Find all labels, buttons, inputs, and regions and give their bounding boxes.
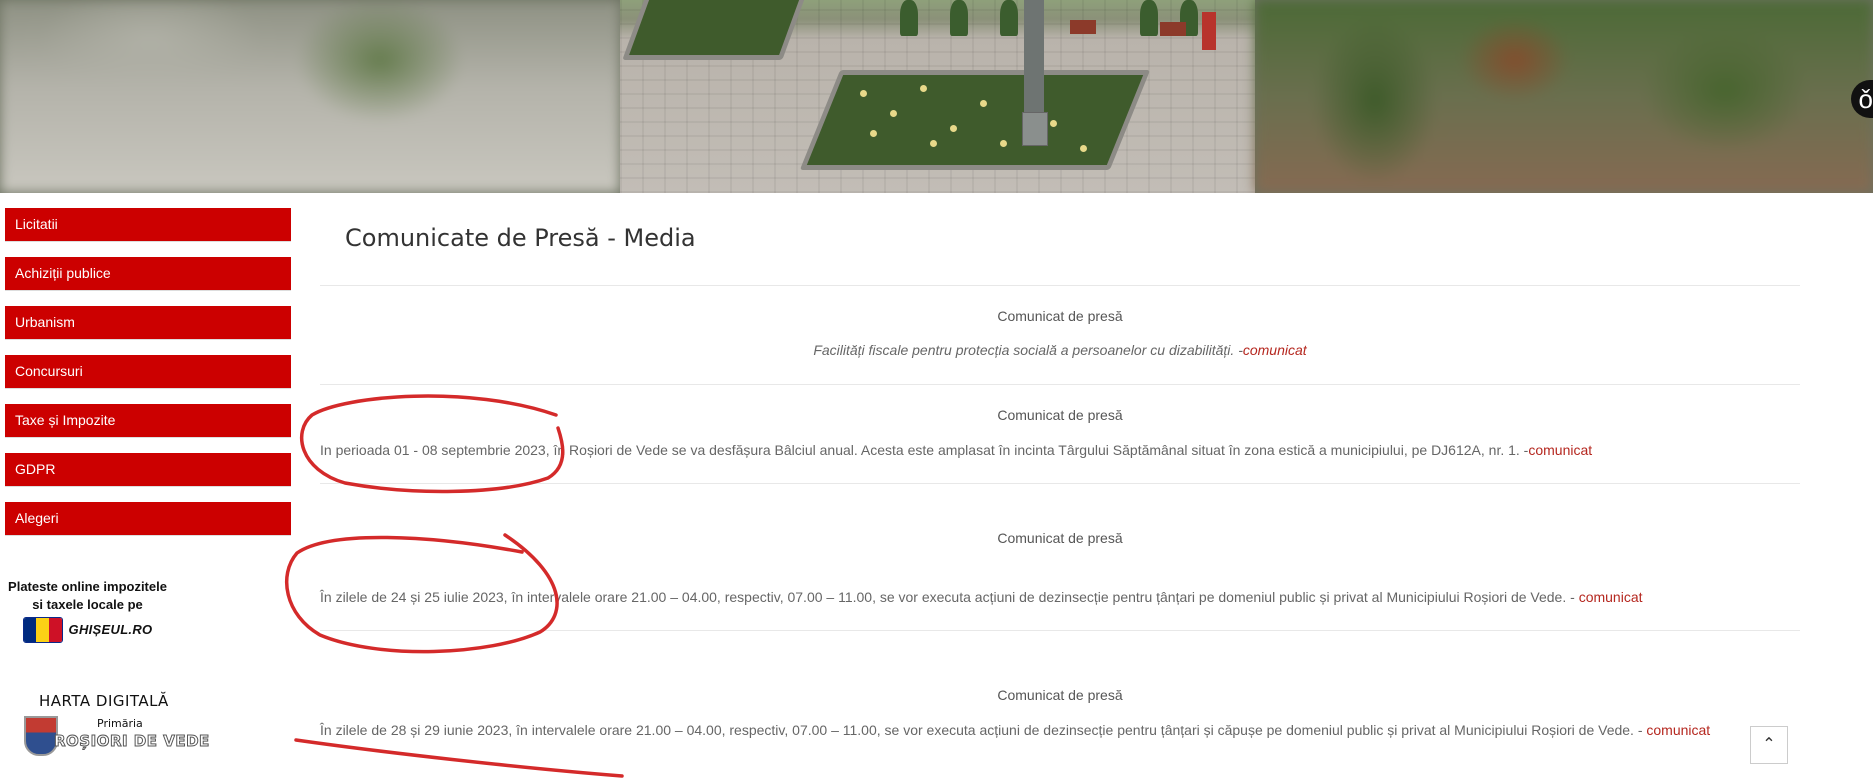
ghiseul-banner-link[interactable]: Plateste online impozitele si taxele loc… — [5, 578, 170, 643]
romania-flag-icon — [22, 617, 63, 643]
release-heading: Comunicat de presă — [997, 530, 1123, 546]
release-text: În zilele de 28 și 29 iunie 2023, în int… — [320, 722, 1711, 738]
sidebar-item-licitatii[interactable]: Licitatii — [5, 208, 291, 241]
sidebar-item-alegeri[interactable]: Alegeri — [5, 502, 291, 535]
banner-photo — [620, 0, 1255, 193]
release-text: În zilele de 24 și 25 iulie 2023, în int… — [320, 589, 1643, 605]
annotation-underline — [294, 738, 624, 778]
banner-blurred-right — [1255, 0, 1873, 193]
sidebar-item-concursuri[interactable]: Concursuri — [5, 355, 291, 388]
sidebar-item-urbanism[interactable]: Urbanism — [5, 306, 291, 339]
release-text: In perioada 01 - 08 septembrie 2023, în … — [320, 442, 1593, 458]
release-heading: Comunicat de presă — [997, 407, 1123, 423]
release-text: Facilități fiscale pentru protecția soci… — [813, 342, 1307, 358]
ghiseul-logo: GHIȘEUL.RO — [5, 617, 170, 643]
sidebar-menu: Licitatii Achiziții publice Urbanism Con… — [5, 208, 291, 551]
release-link-comunicat[interactable]: comunicat — [1243, 342, 1307, 358]
city-crest-icon — [24, 716, 58, 756]
sidebar-item-achizitii-publice[interactable]: Achiziții publice — [5, 257, 291, 290]
scroll-to-top-button[interactable]: ⌃ — [1750, 726, 1788, 764]
ghiseul-line2: si taxele locale pe — [32, 597, 143, 612]
release-link-comunicat[interactable]: comunicat — [1579, 589, 1643, 605]
sidebar-item-gdpr[interactable]: GDPR — [5, 453, 291, 486]
ghiseul-line1: Plateste online impozitele — [8, 579, 167, 594]
divider — [320, 483, 1800, 484]
sidebar-item-taxe-impozite[interactable]: Taxe și Impozite — [5, 404, 291, 437]
release-heading: Comunicat de presă — [997, 687, 1123, 703]
harta-city: ROȘIORI DE VEDE — [54, 732, 210, 751]
chevron-up-icon: ⌃ — [1762, 736, 1776, 753]
release-link-comunicat[interactable]: comunicat — [1528, 442, 1592, 458]
divider — [320, 285, 1800, 286]
release-heading: Comunicat de presă — [997, 308, 1123, 324]
harta-title: HARTA DIGITALĂ — [39, 692, 169, 710]
page-title: Comunicate de Presă - Media — [345, 224, 696, 252]
harta-primaria: Primăria — [97, 717, 143, 730]
banner-blurred-left — [0, 0, 620, 193]
header-banner: ǒ — [0, 0, 1873, 193]
ghiseul-logo-text: GHIȘEUL.RO — [68, 622, 153, 637]
divider — [320, 384, 1800, 385]
release-link-comunicat[interactable]: comunicat — [1646, 722, 1710, 738]
divider — [320, 630, 1800, 631]
